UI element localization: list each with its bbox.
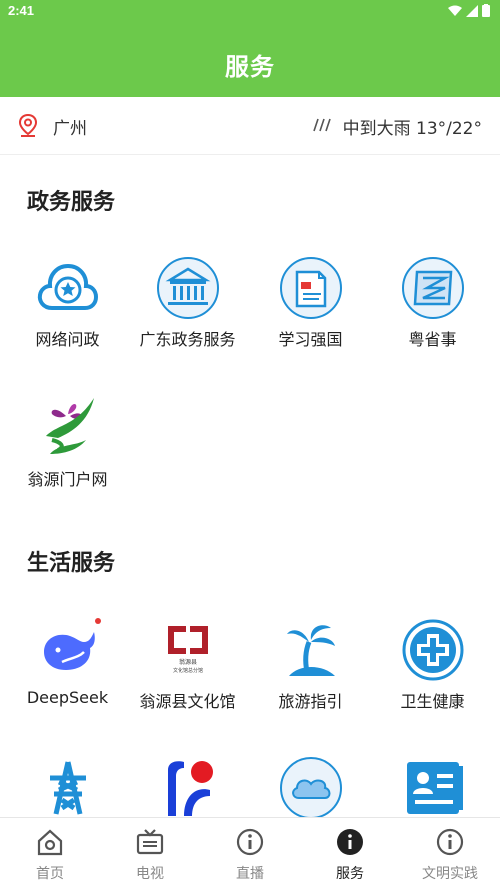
- tab-tv[interactable]: 电视: [100, 818, 200, 889]
- service-item-travel-guide[interactable]: 旅游指引: [248, 618, 373, 712]
- tab-label: 服务: [336, 866, 364, 882]
- study-book-icon: [279, 256, 343, 320]
- tab-label: 首页: [36, 866, 64, 882]
- app-header: 2:41 服务: [0, 0, 500, 97]
- status-bar: 2:41: [0, 0, 500, 24]
- service-item-label: 网络问政: [35, 330, 100, 349]
- service-item-label: 旅游指引: [278, 692, 343, 711]
- service-item-label: 翁源县文化馆: [139, 692, 236, 711]
- status-time: 2:41: [8, 3, 35, 18]
- id-card-icon: [401, 756, 465, 820]
- logo-text-line-1: 翁源县: [178, 658, 196, 666]
- culture-hall-logo-icon: 翁源县 文化馆总分馆: [156, 618, 220, 682]
- service-item-xuexiqiangguo[interactable]: 学习强国: [248, 256, 373, 350]
- service-item-yueshengshi[interactable]: 粤省事: [370, 256, 495, 350]
- service-item-label: DeepSeek: [26, 688, 109, 707]
- info-circle-filled-icon: [337, 829, 363, 855]
- service-item-cloud[interactable]: [248, 756, 373, 820]
- tab-civilization[interactable]: 文明实践: [400, 818, 500, 889]
- power-tower-icon: [36, 756, 100, 820]
- service-item-power-grid[interactable]: [5, 756, 130, 820]
- home-icon: [37, 829, 63, 856]
- service-item-deepseek[interactable]: DeepSeek: [5, 618, 130, 707]
- red-dot-logo-icon: [156, 756, 220, 820]
- bottom-tab-bar: 首页 电视 直播 服务 文明实践: [0, 817, 500, 889]
- yue-app-icon: [401, 256, 465, 320]
- tab-label: 电视: [136, 866, 164, 882]
- service-item-wengyuan-portal[interactable]: 翁源门户网: [5, 396, 130, 490]
- city-label[interactable]: 广州: [53, 114, 87, 139]
- service-item-health[interactable]: 卫生健康: [370, 618, 495, 712]
- tv-icon: [136, 829, 164, 855]
- whale-icon: [36, 618, 100, 682]
- logo-text-line-2: 文化馆总分馆: [172, 667, 202, 674]
- service-item-wangluowenzheng[interactable]: 网络问政: [5, 256, 130, 350]
- signal-icon: [466, 4, 478, 17]
- weather-text: 中到大雨 13°/22°: [342, 119, 482, 139]
- service-item-label: 粤省事: [408, 330, 457, 349]
- tab-service[interactable]: 服务: [300, 818, 400, 889]
- tab-home[interactable]: 首页: [0, 818, 100, 889]
- service-item-culture-hall[interactable]: 翁源县 文化馆总分馆 翁源县文化馆: [125, 618, 250, 712]
- tab-label: 直播: [236, 866, 264, 882]
- section-title-government: 政务服务: [27, 190, 116, 215]
- battery-icon: [482, 4, 490, 17]
- orchid-logo-icon: [36, 396, 100, 460]
- section-title-life: 生活服务: [27, 551, 116, 576]
- government-building-icon: [156, 256, 220, 320]
- service-item-label: 学习强国: [278, 330, 343, 349]
- service-item-label: 卫生健康: [400, 692, 465, 711]
- service-item-label: 广东政务服务: [139, 330, 236, 349]
- info-circle-icon: [436, 828, 464, 856]
- location-bar: 广州 中到大雨 13°/22°: [0, 97, 500, 155]
- page-title: 服务: [225, 53, 275, 81]
- palm-island-icon: [279, 618, 343, 682]
- tab-live[interactable]: 直播: [200, 818, 300, 889]
- cloud-icon: [279, 756, 343, 820]
- wifi-icon: [448, 5, 462, 16]
- service-item-id-card[interactable]: [370, 756, 495, 820]
- medical-cross-icon: [401, 618, 465, 682]
- tab-label: 文明实践: [422, 866, 478, 882]
- info-circle-icon: [236, 828, 264, 856]
- service-item-red-logo[interactable]: [125, 756, 250, 820]
- service-item-label: 翁源门户网: [27, 470, 108, 489]
- status-icons: [448, 4, 490, 17]
- service-item-guangdong-zhengwu[interactable]: 广东政务服务: [125, 256, 250, 350]
- rain-icon: [313, 118, 331, 132]
- cloud-star-icon: [36, 256, 100, 320]
- location-pin-icon[interactable]: [18, 113, 38, 137]
- notification-dot: [95, 618, 101, 624]
